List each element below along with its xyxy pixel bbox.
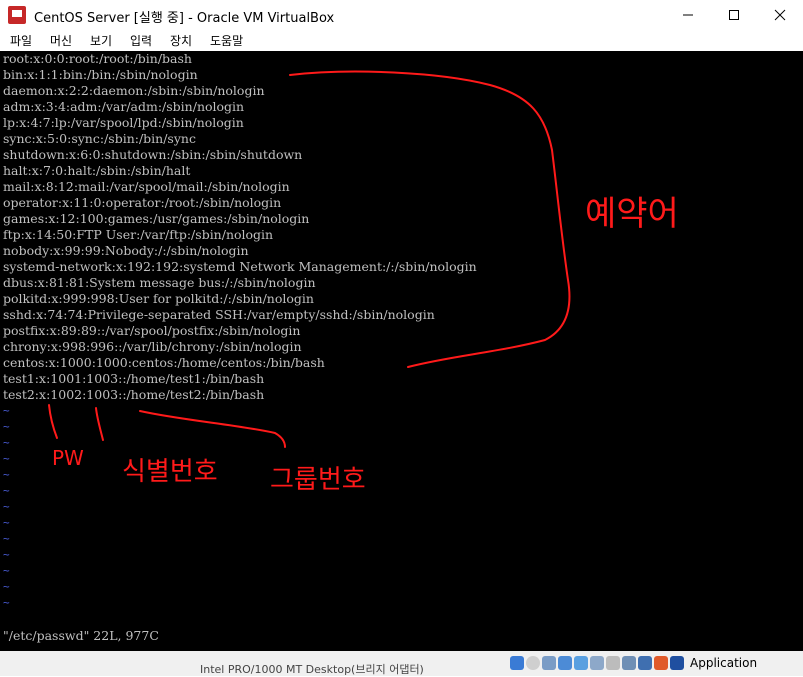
terminal-line: daemon:x:2:2:daemon:/sbin:/sbin/nologin	[3, 83, 265, 98]
vim-empty-line-marker: ~	[3, 452, 10, 465]
menu-file[interactable]: 파일	[10, 32, 32, 49]
vm-screen[interactable]: root:x:0:0:root:/root:/bin/bash bin:x:1:1…	[0, 51, 803, 651]
vim-empty-line-marker: ~	[3, 500, 10, 513]
vim-status-line: "/etc/passwd" 22L, 977C	[3, 628, 159, 643]
window-titlebar: CentOS Server [실행 중] - Oracle VM Virtual…	[0, 0, 803, 30]
terminal-line: nobody:x:99:99:Nobody:/:/sbin/nologin	[3, 243, 249, 258]
window-title: CentOS Server [실행 중] - Oracle VM Virtual…	[34, 11, 335, 26]
network-icon[interactable]	[558, 656, 572, 670]
mouse-integration-icon[interactable]	[654, 656, 668, 670]
menu-help[interactable]: 도움말	[210, 32, 243, 49]
host-key-label: Application	[690, 656, 758, 670]
terminal-line: shutdown:x:6:0:shutdown:/sbin:/sbin/shut…	[3, 147, 303, 162]
close-icon	[774, 9, 786, 21]
vim-empty-line-marker: ~	[3, 436, 10, 449]
vm-statusbar: Intel PRO/1000 MT Desktop(브리지 어댑터) Appli…	[0, 651, 803, 676]
vim-empty-line-marker: ~	[3, 484, 10, 497]
terminal-line: sshd:x:74:74:Privilege-separated SSH:/va…	[3, 307, 435, 322]
terminal-line: postfix:x:89:89::/var/spool/postfix:/sbi…	[3, 323, 301, 338]
menu-bar: 파일 머신 보기 입력 장치 도움말	[0, 30, 803, 51]
usb-icon[interactable]	[574, 656, 588, 670]
optical-drive-icon[interactable]	[526, 656, 540, 670]
vim-empty-line-marker: ~	[3, 596, 10, 609]
terminal-line: mail:x:8:12:mail:/var/spool/mail:/sbin/n…	[3, 179, 290, 194]
maximize-button[interactable]	[711, 0, 757, 30]
terminal-line: sync:x:5:0:sync:/sbin:/bin/sync	[3, 131, 196, 146]
display-icon[interactable]	[606, 656, 620, 670]
terminal-line: adm:x:3:4:adm:/var/adm:/sbin/nologin	[3, 99, 245, 114]
terminal-line: systemd-network:x:192:192:systemd Networ…	[3, 259, 477, 274]
terminal-line: operator:x:11:0:operator:/root:/sbin/nol…	[3, 195, 282, 210]
status-tray: Application	[508, 653, 758, 673]
vim-empty-line-marker: ~	[3, 404, 10, 417]
menu-input[interactable]: 입력	[130, 32, 152, 49]
terminal-line: root:x:0:0:root:/root:/bin/bash	[3, 51, 192, 66]
virtualbox-app-icon	[8, 6, 26, 24]
terminal-line: dbus:x:81:81:System message bus:/:/sbin/…	[3, 275, 316, 290]
menu-view[interactable]: 보기	[90, 32, 112, 49]
terminal-line: lp:x:4:7:lp:/var/spool/lpd:/sbin/nologin	[3, 115, 244, 130]
minimize-button[interactable]	[665, 0, 711, 30]
terminal-line: halt:x:7:0:halt:/sbin:/sbin/halt	[3, 163, 191, 178]
terminal-line: test1:x:1001:1003::/home/test1:/bin/bash	[3, 371, 265, 386]
shared-folders-icon[interactable]	[590, 656, 604, 670]
network-adapter-tooltip-text: Intel PRO/1000 MT Desktop(브리지 어댑터)	[200, 663, 424, 676]
terminal-line: games:x:12:100:games:/usr/games:/sbin/no…	[3, 211, 310, 226]
vim-empty-line-marker: ~	[3, 420, 10, 433]
terminal-line: centos:x:1000:1000:centos:/home/centos:/…	[3, 355, 325, 370]
terminal-line: test2:x:1002:1003::/home/test2:/bin/bash	[3, 387, 265, 402]
vim-empty-line-marker: ~	[3, 564, 10, 577]
terminal-line: ftp:x:14:50:FTP User:/var/ftp:/sbin/nolo…	[3, 227, 274, 242]
vim-empty-line-marker: ~	[3, 580, 10, 593]
audio-icon[interactable]	[542, 656, 556, 670]
vim-empty-line-marker: ~	[3, 516, 10, 529]
vim-empty-line-marker: ~	[3, 548, 10, 561]
cpu-icon[interactable]	[638, 656, 652, 670]
menu-devices[interactable]: 장치	[170, 32, 192, 49]
hard-disk-icon[interactable]	[510, 656, 524, 670]
vim-empty-line-marker: ~	[3, 468, 10, 481]
vim-empty-line-marker: ~	[3, 532, 10, 545]
keyboard-capture-icon[interactable]	[670, 656, 684, 670]
terminal-line: bin:x:1:1:bin:/bin:/sbin/nologin	[3, 67, 198, 82]
minimize-icon	[683, 14, 693, 16]
maximize-icon	[729, 10, 739, 20]
recording-icon[interactable]	[622, 656, 636, 670]
menu-machine[interactable]: 머신	[50, 32, 72, 49]
terminal-line: chrony:x:998:996::/var/lib/chrony:/sbin/…	[3, 339, 302, 354]
terminal-line: polkitd:x:999:998:User for polkitd:/:/sb…	[3, 291, 314, 306]
close-button[interactable]	[757, 0, 803, 30]
